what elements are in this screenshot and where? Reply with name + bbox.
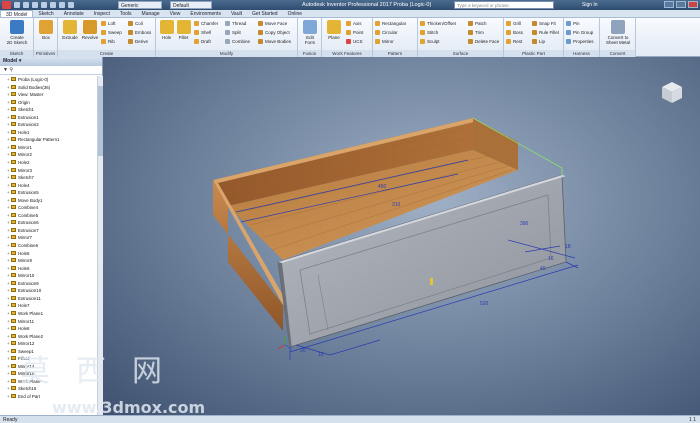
watermark-chars: 莫西网 [20, 354, 188, 389]
dim-left-gap-label[interactable]: 16 [318, 352, 324, 358]
status-bar: Ready 1 1 [0, 415, 700, 423]
status-counter: 1 1 [689, 417, 696, 423]
handle-mark [430, 278, 433, 285]
dim-offset-label[interactable]: 40 [540, 266, 546, 272]
status-text: Ready [3, 417, 18, 423]
dim-width-inner-label[interactable]: 310 [392, 202, 401, 208]
dim-corner-label[interactable]: 20 [300, 348, 306, 354]
dim-thickness-label[interactable]: 18 [565, 244, 571, 250]
dim-front-width-label[interactable]: 520 [480, 301, 489, 307]
dim-depth-label[interactable]: 450 [378, 184, 387, 190]
viewcube[interactable] [660, 80, 684, 104]
dim-right-gap-label[interactable]: 16 [548, 256, 554, 262]
dim-height-label[interactable]: 390 [520, 221, 529, 227]
